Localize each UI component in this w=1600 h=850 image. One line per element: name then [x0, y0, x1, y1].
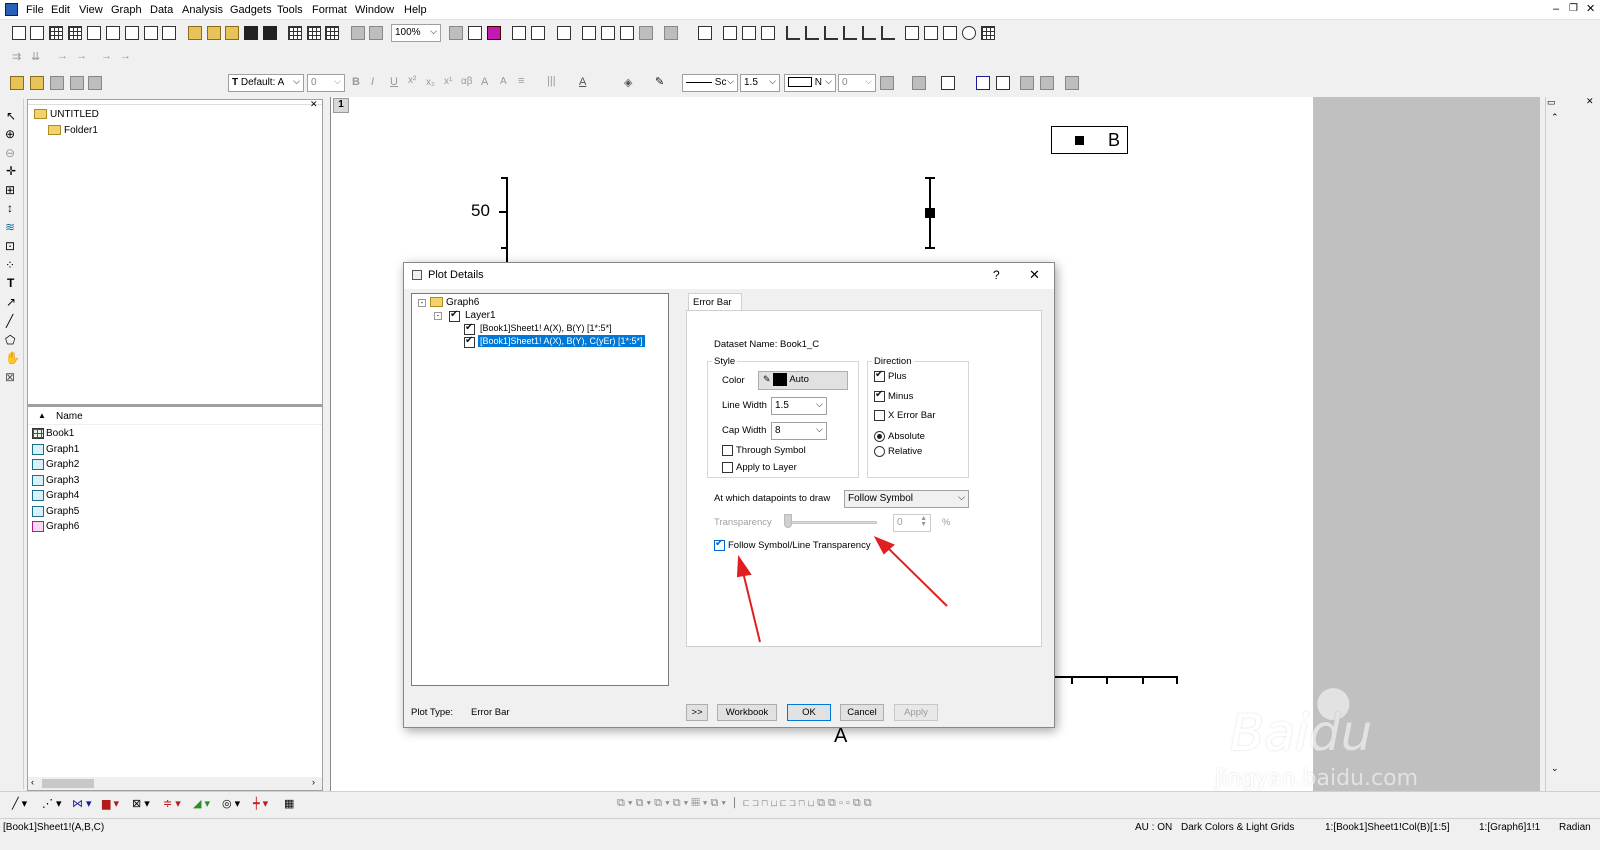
- arrow-to-checkbox: [736, 555, 761, 643]
- watermark-text: Baidu: [1230, 704, 1373, 762]
- watermark-logo: ● Baidu jingyan.baidu.com: [1215, 676, 1530, 800]
- arrow-to-transparency: [873, 536, 948, 607]
- watermark-url: jingyan.baidu.com: [1215, 766, 1419, 791]
